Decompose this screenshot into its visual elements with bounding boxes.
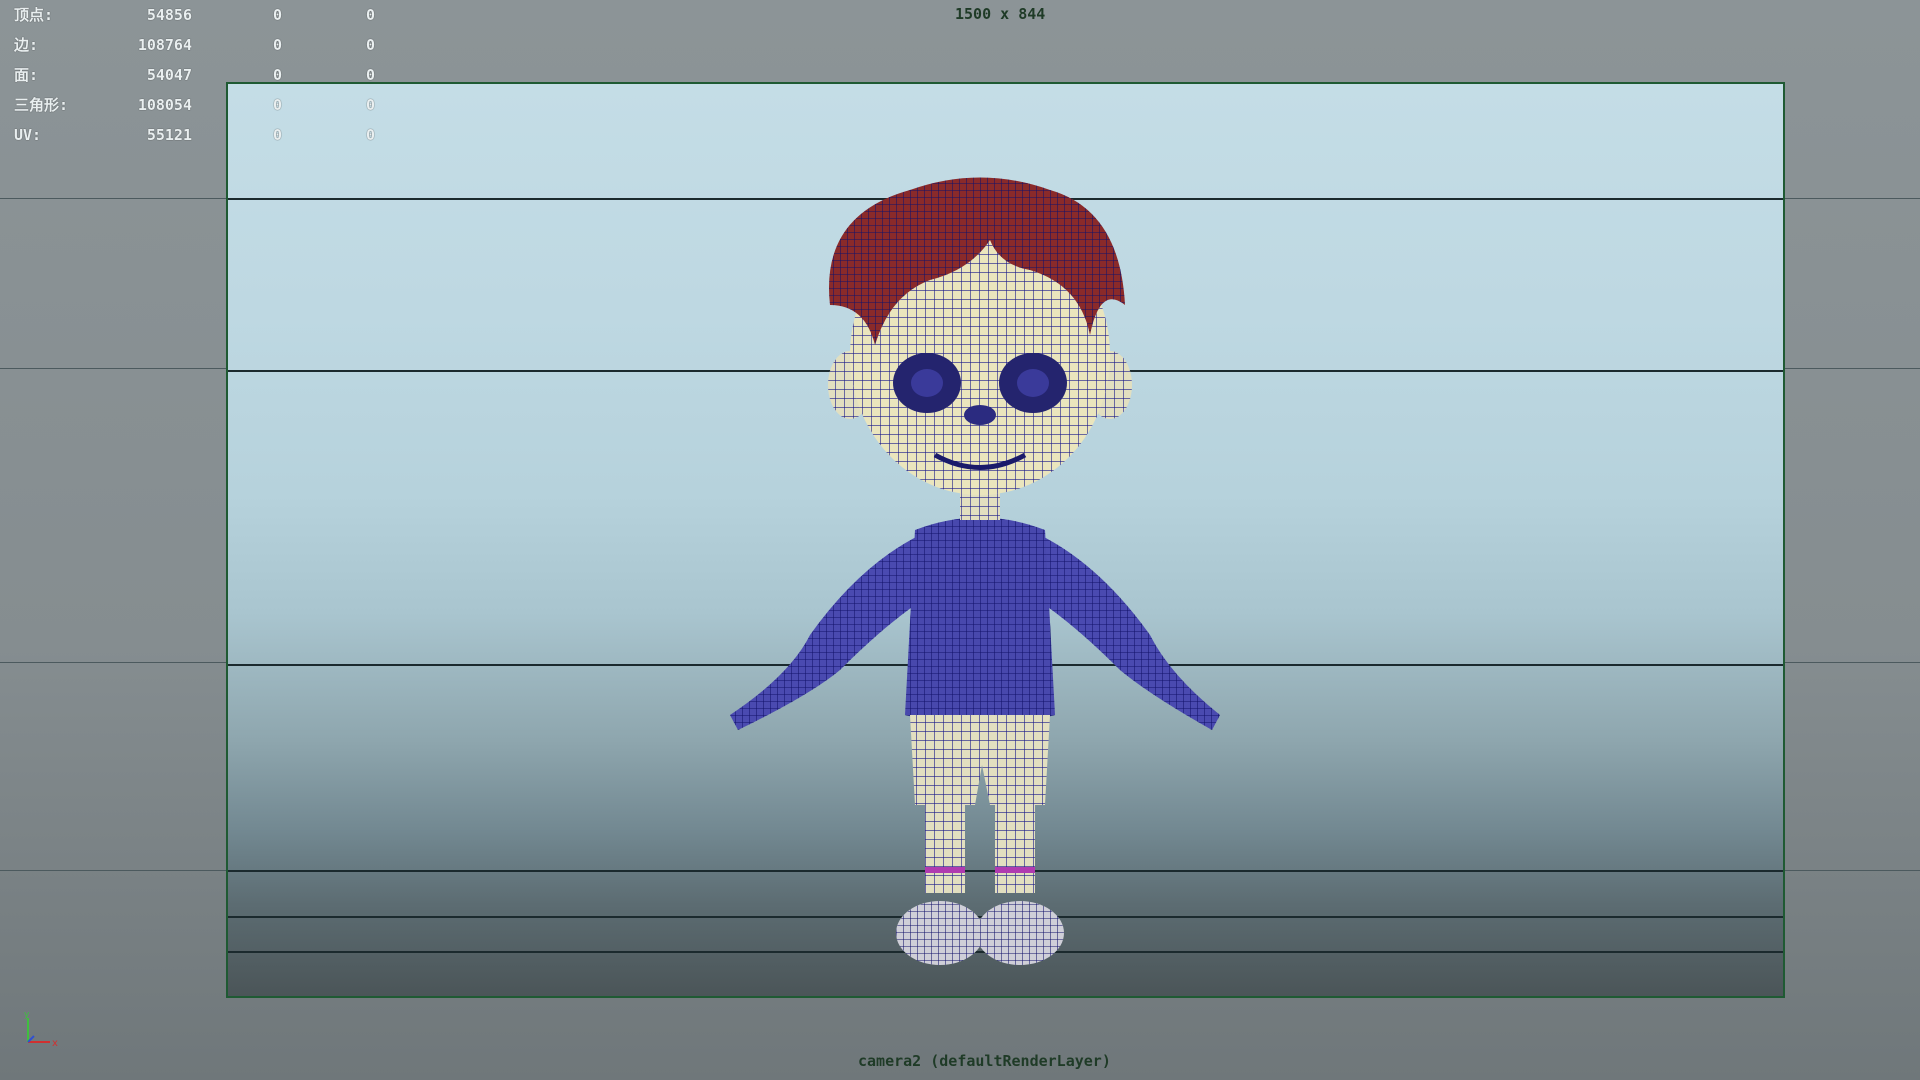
poly-count-hud: 顶点: 54856 0 0 边: 108764 0 0 面: 54047 0 0… <box>14 0 375 150</box>
hud-label: 面: <box>14 66 39 84</box>
hud-selected: 0 <box>272 66 282 84</box>
viewport-grid-line <box>1785 662 1920 663</box>
svg-text:y: y <box>24 1010 30 1020</box>
hud-total: 108054 <box>137 96 192 114</box>
hud-selected: 0 <box>272 126 282 144</box>
hud-selected: 0 <box>272 36 282 54</box>
hud-triangles: 0 <box>365 6 375 24</box>
hud-total: 55121 <box>146 126 192 144</box>
viewport-grid-line <box>1785 198 1920 199</box>
hud-row-faces: 面: 54047 0 0 <box>14 60 375 90</box>
hud-total: 108764 <box>137 36 192 54</box>
hud-selected: 0 <box>272 6 282 24</box>
hud-total: 54856 <box>146 6 192 24</box>
svg-text:x: x <box>52 1038 58 1049</box>
viewport-grid-line <box>0 368 226 369</box>
hud-triangles: 0 <box>365 36 375 54</box>
camera-label: camera2 (defaultRenderLayer) <box>858 1052 1111 1070</box>
viewport-grid-line <box>1785 870 1920 871</box>
hud-triangles: 0 <box>365 66 375 84</box>
hud-row-edges: 边: 108764 0 0 <box>14 30 375 60</box>
resolution-label: 1500 x 844 <box>955 5 1046 23</box>
hud-row-triangles: 三角形: 108054 0 0 <box>14 90 375 120</box>
hud-total: 54047 <box>146 66 192 84</box>
hud-row-vertices: 顶点: 54856 0 0 <box>14 0 375 30</box>
axis-gizmo-icon: x y <box>24 1010 58 1049</box>
hud-label: 顶点: <box>14 6 54 24</box>
hud-label: 三角形: <box>14 96 69 114</box>
hud-triangles: 0 <box>365 126 375 144</box>
hud-triangles: 0 <box>365 96 375 114</box>
character-wireframe[interactable] <box>700 155 1240 975</box>
viewport-grid-line <box>0 870 226 871</box>
viewport-grid-line <box>0 662 226 663</box>
viewport-grid-line <box>0 198 226 199</box>
viewport-grid-line <box>1785 368 1920 369</box>
hud-label: UV: <box>14 126 42 144</box>
hud-label: 边: <box>14 36 39 54</box>
hud-row-uvs: UV: 55121 0 0 <box>14 120 375 150</box>
hud-selected: 0 <box>272 96 282 114</box>
